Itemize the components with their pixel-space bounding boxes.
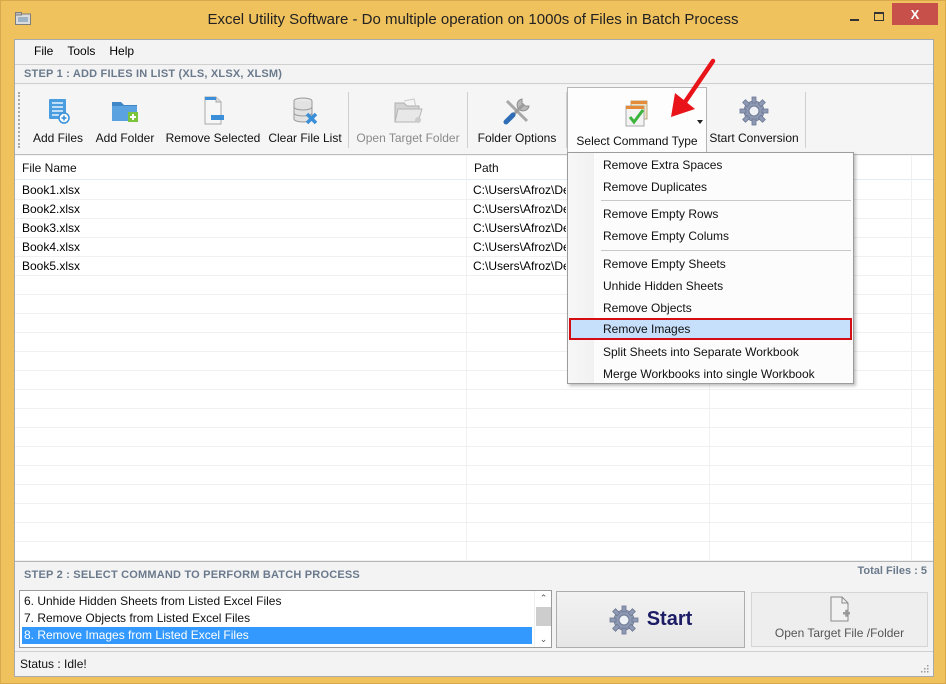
menu-item-remove-images[interactable]: Remove Images bbox=[569, 318, 852, 340]
remove-selected-button[interactable]: Remove Selected bbox=[165, 88, 261, 152]
step2-label: STEP 2 : SELECT COMMAND TO PERFORM BATCH… bbox=[24, 569, 360, 581]
file-path-cell: C:\Users\Afroz\De bbox=[473, 240, 566, 254]
file-name-cell: Book4.xlsx bbox=[22, 240, 81, 254]
open-target-label: Open Target File /Folder bbox=[774, 626, 905, 640]
menu-item-remove-duplicates[interactable]: Remove Duplicates bbox=[569, 176, 852, 198]
close-icon: X bbox=[910, 6, 920, 22]
menu-bar: File Tools Help bbox=[15, 40, 933, 62]
grid-row-line bbox=[15, 465, 933, 466]
folder-options-button[interactable]: Folder Options bbox=[472, 88, 562, 152]
maximize-button[interactable] bbox=[867, 5, 891, 27]
add-files-label: Add Files bbox=[32, 131, 84, 145]
step1-label: STEP 1 : ADD FILES IN LIST (XLS, XLSX, X… bbox=[15, 64, 933, 84]
status-bar: Status : Idle! bbox=[15, 651, 933, 676]
grid-row-line bbox=[15, 446, 933, 447]
command-list-item[interactable]: 7. Remove Objects from Listed Excel File… bbox=[22, 610, 532, 627]
open-folder-icon bbox=[392, 96, 424, 126]
step2-header: STEP 2 : SELECT COMMAND TO PERFORM BATCH… bbox=[15, 563, 933, 587]
file-name-cell: Book5.xlsx bbox=[22, 259, 81, 273]
grid-row-line bbox=[15, 389, 933, 390]
toolbar-grip[interactable] bbox=[18, 92, 20, 148]
grid-row-line bbox=[15, 484, 933, 485]
status-text: Status : Idle! bbox=[20, 657, 87, 671]
scroll-thumb[interactable] bbox=[536, 607, 551, 626]
toolbar: Add Files Add Folder Remove Selected Cle… bbox=[15, 86, 933, 155]
toolbar-separator bbox=[348, 92, 349, 148]
select-command-type-label: Select Command Type bbox=[576, 134, 698, 148]
menu-help[interactable]: Help bbox=[102, 44, 141, 58]
gear-icon bbox=[609, 605, 639, 634]
toolbar-separator bbox=[467, 92, 468, 148]
start-conversion-button[interactable]: Start Conversion bbox=[708, 88, 800, 152]
menu-item-remove-objects[interactable]: Remove Objects bbox=[569, 297, 852, 319]
open-target-file-folder-button[interactable]: Open Target File /Folder bbox=[751, 592, 928, 647]
menu-file[interactable]: File bbox=[27, 44, 60, 58]
menu-separator bbox=[601, 200, 851, 201]
menu-item-merge-workbooks[interactable]: Merge Workbooks into single Workbook bbox=[569, 363, 852, 385]
start-button[interactable]: Start bbox=[556, 591, 745, 648]
clear-list-icon bbox=[289, 96, 321, 126]
minimize-icon bbox=[849, 19, 859, 21]
column-header-file-name[interactable]: File Name bbox=[15, 156, 467, 180]
window-title: Excel Utility Software - Do multiple ope… bbox=[207, 11, 739, 28]
clear-file-list-label: Clear File List bbox=[268, 131, 342, 145]
close-button[interactable]: X bbox=[892, 3, 938, 25]
grid-row-line bbox=[15, 503, 933, 504]
menu-item-split-sheets[interactable]: Split Sheets into Separate Workbook bbox=[569, 341, 852, 363]
file-path-cell: C:\Users\Afroz\De bbox=[473, 221, 566, 235]
app-window: Excel Utility Software - Do multiple ope… bbox=[0, 0, 946, 684]
menu-item-remove-empty-rows[interactable]: Remove Empty Rows bbox=[569, 203, 852, 225]
file-path-cell: C:\Users\Afroz\De bbox=[473, 259, 566, 273]
toolbar-separator bbox=[805, 92, 806, 148]
column-header-4[interactable] bbox=[912, 156, 933, 180]
scroll-up-icon[interactable]: ⌃ bbox=[535, 591, 552, 606]
grid-row-line bbox=[15, 560, 933, 561]
folder-options-label: Folder Options bbox=[477, 131, 557, 145]
file-name-cell: Book3.xlsx bbox=[22, 221, 81, 235]
add-files-button[interactable]: Add Files bbox=[29, 88, 87, 152]
grid-row-line bbox=[15, 408, 933, 409]
command-list[interactable]: 6. Unhide Hidden Sheets from Listed Exce… bbox=[19, 590, 552, 648]
add-files-icon bbox=[42, 96, 74, 126]
minimize-button[interactable] bbox=[841, 5, 867, 27]
title-bar[interactable]: Excel Utility Software - Do multiple ope… bbox=[1, 1, 945, 39]
scroll-down-icon[interactable]: ⌄ bbox=[535, 632, 552, 647]
gear-icon bbox=[738, 96, 770, 126]
command-list-item[interactable]: 6. Unhide Hidden Sheets from Listed Exce… bbox=[22, 593, 532, 610]
add-folder-label: Add Folder bbox=[95, 131, 155, 145]
file-name-cell: Book1.xlsx bbox=[22, 183, 81, 197]
file-name-cell: Book2.xlsx bbox=[22, 202, 81, 216]
menu-tools[interactable]: Tools bbox=[60, 44, 102, 58]
checklist-icon bbox=[621, 99, 653, 129]
remove-selected-label: Remove Selected bbox=[165, 131, 261, 145]
grid-row-line bbox=[15, 427, 933, 428]
maximize-icon bbox=[874, 11, 884, 21]
menu-item-remove-extra-spaces[interactable]: Remove Extra Spaces bbox=[569, 154, 852, 176]
menu-item-remove-empty-sheets[interactable]: Remove Empty Sheets bbox=[569, 253, 852, 275]
open-target-folder-button[interactable]: Open Target Folder bbox=[353, 88, 463, 152]
start-conversion-label: Start Conversion bbox=[709, 131, 799, 145]
file-path-cell: C:\Users\Afroz\De bbox=[473, 202, 566, 216]
tools-icon bbox=[501, 96, 533, 126]
add-folder-icon bbox=[109, 96, 141, 126]
new-file-icon bbox=[830, 596, 850, 622]
grid-row-line bbox=[15, 522, 933, 523]
add-folder-button[interactable]: Add Folder bbox=[93, 88, 157, 152]
menu-item-remove-empty-colums[interactable]: Remove Empty Colums bbox=[569, 225, 852, 247]
start-label: Start bbox=[646, 608, 693, 630]
command-type-dropdown-menu: Remove Extra Spaces Remove Duplicates Re… bbox=[567, 152, 854, 384]
clear-file-list-button[interactable]: Clear File List bbox=[267, 88, 343, 152]
grid-row-line bbox=[15, 541, 933, 542]
file-path-cell: C:\Users\Afroz\De bbox=[473, 183, 566, 197]
select-command-type-button[interactable]: Select Command Type bbox=[567, 87, 707, 155]
dropdown-caret-icon bbox=[697, 120, 703, 124]
open-target-folder-label: Open Target Folder bbox=[356, 131, 460, 145]
remove-selected-icon bbox=[197, 96, 229, 126]
menu-separator bbox=[601, 250, 851, 251]
resize-grip-icon[interactable] bbox=[919, 663, 929, 673]
command-list-item-selected[interactable]: 8. Remove Images from Listed Excel Files bbox=[22, 627, 532, 644]
total-files-count: Total Files : 5 bbox=[857, 565, 927, 577]
menu-item-unhide-hidden-sheets[interactable]: Unhide Hidden Sheets bbox=[569, 275, 852, 297]
command-list-scrollbar[interactable]: ⌃ ⌄ bbox=[534, 591, 551, 647]
